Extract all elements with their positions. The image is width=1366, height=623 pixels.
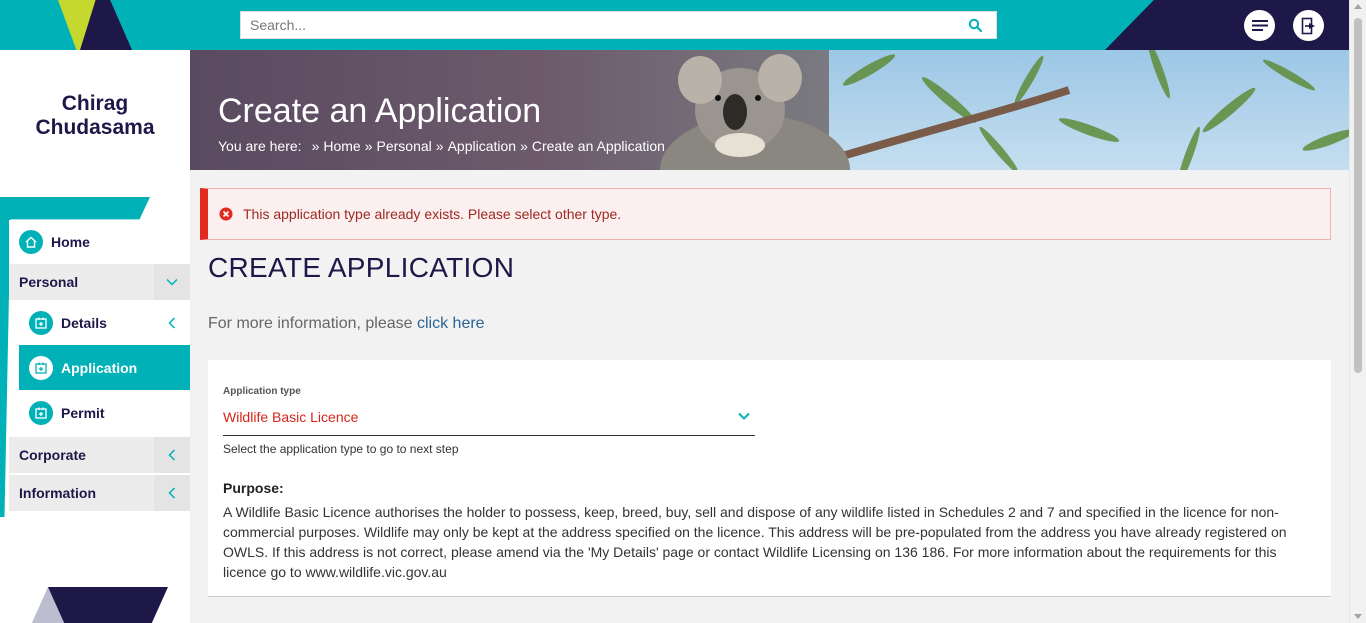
scroll-down-arrow[interactable] xyxy=(1354,614,1362,619)
chevron-down-icon xyxy=(154,264,190,300)
menu-icon xyxy=(1251,20,1268,31)
breadcrumb-personal[interactable]: Personal xyxy=(377,138,432,154)
sidebar-item-label: Home xyxy=(51,234,90,250)
koala-image xyxy=(660,54,850,170)
sidebar: Chirag Chudasama Home Personal Details A… xyxy=(0,50,190,623)
sidebar-group-information[interactable]: Information xyxy=(9,475,190,511)
menu-button[interactable] xyxy=(1244,10,1275,41)
breadcrumb-separator: » xyxy=(364,138,373,154)
scroll-thumb[interactable] xyxy=(1354,18,1362,373)
error-alert: This application type already exists. Pl… xyxy=(200,188,1331,240)
search-input[interactable] xyxy=(241,12,941,38)
chevron-left-icon xyxy=(154,437,190,473)
breadcrumb-current: Create an Application xyxy=(531,138,665,154)
error-icon xyxy=(219,207,233,221)
chevron-left-icon xyxy=(154,475,190,511)
section-heading: CREATE APPLICATION xyxy=(208,252,515,283)
application-type-select[interactable]: Wildlife Basic Licence xyxy=(223,402,755,436)
scroll-up-arrow[interactable] xyxy=(1354,4,1362,9)
breadcrumb-home[interactable]: Home xyxy=(323,138,360,154)
application-form-card: Application type Wildlife Basic Licence … xyxy=(208,360,1331,597)
logout-button[interactable] xyxy=(1293,10,1324,41)
search-box xyxy=(240,11,997,39)
sidebar-item-home[interactable]: Home xyxy=(9,220,190,264)
sidebar-decor-shape xyxy=(48,587,168,623)
breadcrumb: You are here: » Home » Personal » Applic… xyxy=(218,138,665,154)
sidebar-item-permit[interactable]: Permit xyxy=(9,390,190,435)
sidebar-group-corporate[interactable]: Corporate xyxy=(9,437,190,473)
sidebar-group-personal[interactable]: Personal xyxy=(9,264,190,300)
sidebar-nav: Home Personal Details Application Permit… xyxy=(9,220,190,511)
id-card-icon xyxy=(29,310,53,335)
breadcrumb-application[interactable]: Application xyxy=(448,138,517,154)
application-type-label: Application type xyxy=(223,386,301,397)
click-here-link[interactable]: click here xyxy=(417,315,485,332)
id-card-icon xyxy=(29,355,53,380)
sidebar-group-label: Personal xyxy=(19,274,79,290)
sidebar-item-label: Permit xyxy=(61,404,105,421)
purpose-description: A Wildlife Basic Licence authorises the … xyxy=(223,504,1287,580)
user-name: Chirag Chudasama xyxy=(35,92,155,139)
sidebar-item-details[interactable]: Details xyxy=(9,300,190,345)
more-info-label: For more information, please xyxy=(208,315,413,332)
breadcrumb-prefix: You are here: xyxy=(218,138,302,154)
breadcrumb-separator: » xyxy=(520,138,528,154)
application-type-helper: Select the application type to go to nex… xyxy=(223,442,459,456)
sidebar-group-label: Information xyxy=(19,485,96,501)
application-type-value: Wildlife Basic Licence xyxy=(223,409,359,425)
search-icon[interactable] xyxy=(968,18,982,32)
eucalyptus-leaves-image xyxy=(829,50,1349,170)
sidebar-item-application[interactable]: Application xyxy=(19,345,190,390)
id-card-icon xyxy=(29,400,53,425)
page-scrollbar[interactable] xyxy=(1349,0,1366,623)
error-message: This application type already exists. Pl… xyxy=(243,206,622,222)
home-icon xyxy=(19,230,43,254)
breadcrumb-separator: » xyxy=(311,138,320,154)
sidebar-group-label: Corporate xyxy=(19,447,86,463)
chevron-left-icon xyxy=(168,316,176,332)
logout-icon xyxy=(1301,17,1315,34)
chevron-down-icon xyxy=(738,412,750,420)
sidebar-item-label: Details xyxy=(61,314,107,331)
hero-banner: Create an Application You are here: » Ho… xyxy=(190,50,1349,170)
sidebar-item-label: Application xyxy=(61,359,138,376)
purpose-heading: Purpose: xyxy=(223,480,284,496)
top-bar xyxy=(0,0,1349,50)
page-title: Create an Application xyxy=(218,92,542,130)
breadcrumb-separator: » xyxy=(435,138,444,154)
more-info-text: For more information, please click here xyxy=(208,315,485,333)
